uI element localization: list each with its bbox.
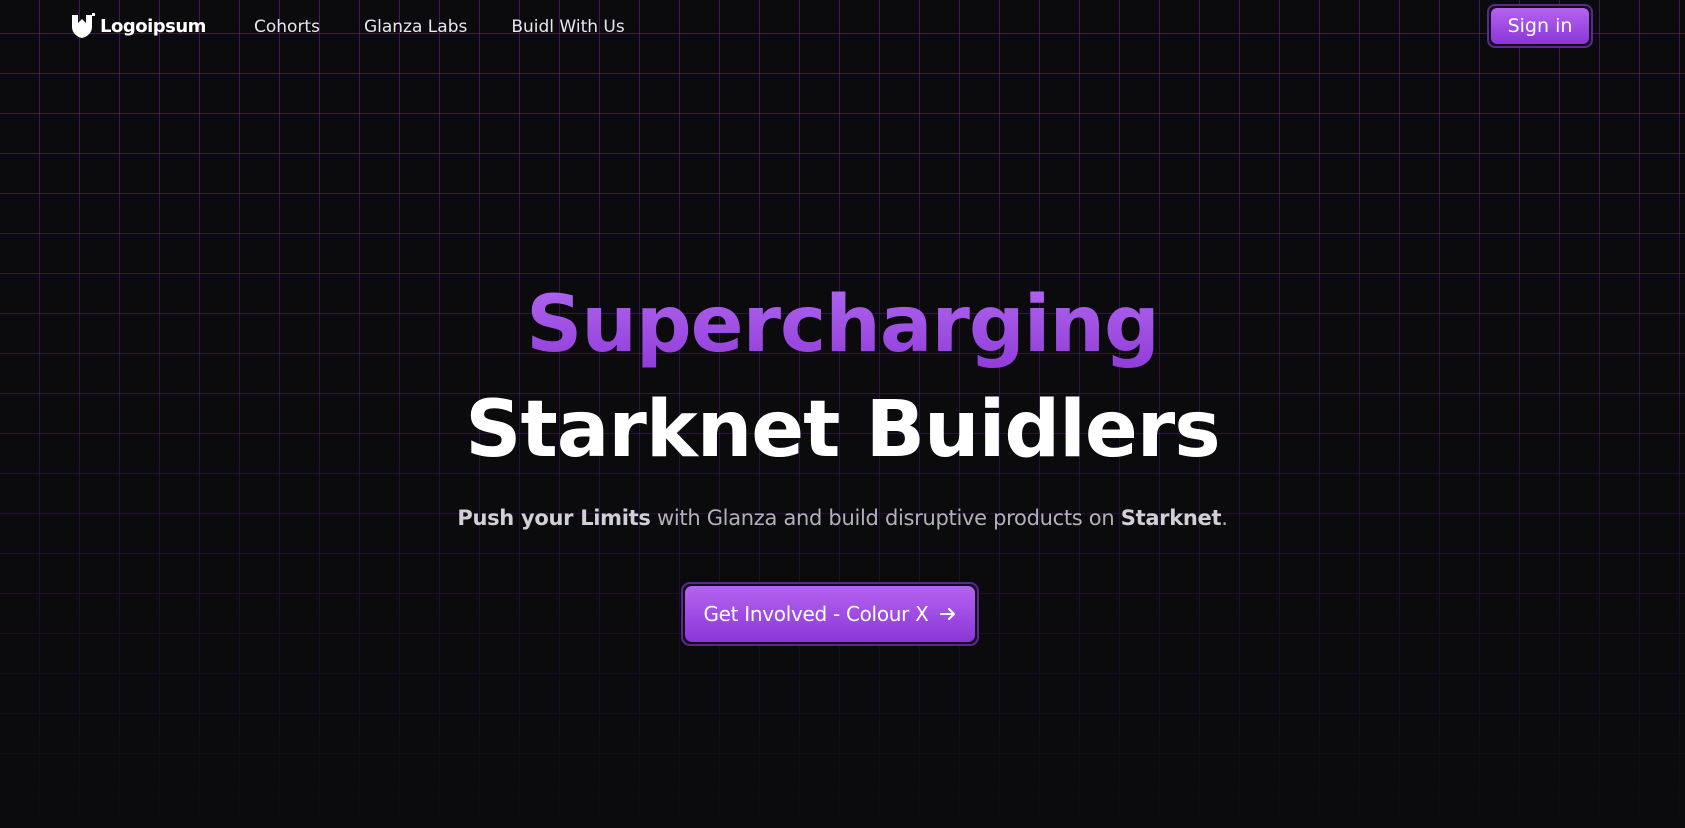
sign-in-button-frame: Sign in — [1487, 4, 1593, 48]
cta-label: Get Involved - Colour X — [703, 602, 929, 626]
nav-links: Cohorts Glanza Labs Buidl With Us — [254, 17, 625, 37]
subtitle-strong-limits: Push your Limits — [457, 506, 651, 530]
hero-section: Supercharging Starknet Buidlers Push you… — [0, 276, 1685, 551]
arrow-right-icon — [939, 605, 957, 623]
nav-link-cohorts[interactable]: Cohorts — [254, 17, 320, 37]
subtitle-end: . — [1221, 506, 1228, 530]
logo-icon — [70, 13, 96, 39]
sign-in-button[interactable]: Sign in — [1491, 8, 1589, 44]
subtitle-text: with Glanza and build disruptive product… — [650, 506, 1121, 530]
nav-link-glanza-labs[interactable]: Glanza Labs — [364, 17, 467, 37]
get-involved-button[interactable]: Get Involved - Colour X — [685, 586, 975, 642]
nav-link-buidl-with-us[interactable]: Buidl With Us — [511, 17, 624, 37]
headline-line-2: Starknet Buidlers — [465, 385, 1220, 475]
hero-subtitle: Push your Limits with Glanza and build d… — [0, 506, 1685, 530]
headline-line-1: Supercharging — [0, 276, 1685, 374]
cta-button-frame: Get Involved - Colour X — [681, 582, 979, 646]
logo[interactable]: Logoipsum — [70, 13, 206, 39]
landing-page: Logoipsum Cohorts Glanza Labs Buidl With… — [0, 0, 1685, 828]
subtitle-strong-starknet: Starknet — [1120, 506, 1222, 530]
top-nav: Logoipsum Cohorts Glanza Labs Buidl With… — [0, 0, 1685, 56]
logo-text: Logoipsum — [100, 15, 206, 37]
